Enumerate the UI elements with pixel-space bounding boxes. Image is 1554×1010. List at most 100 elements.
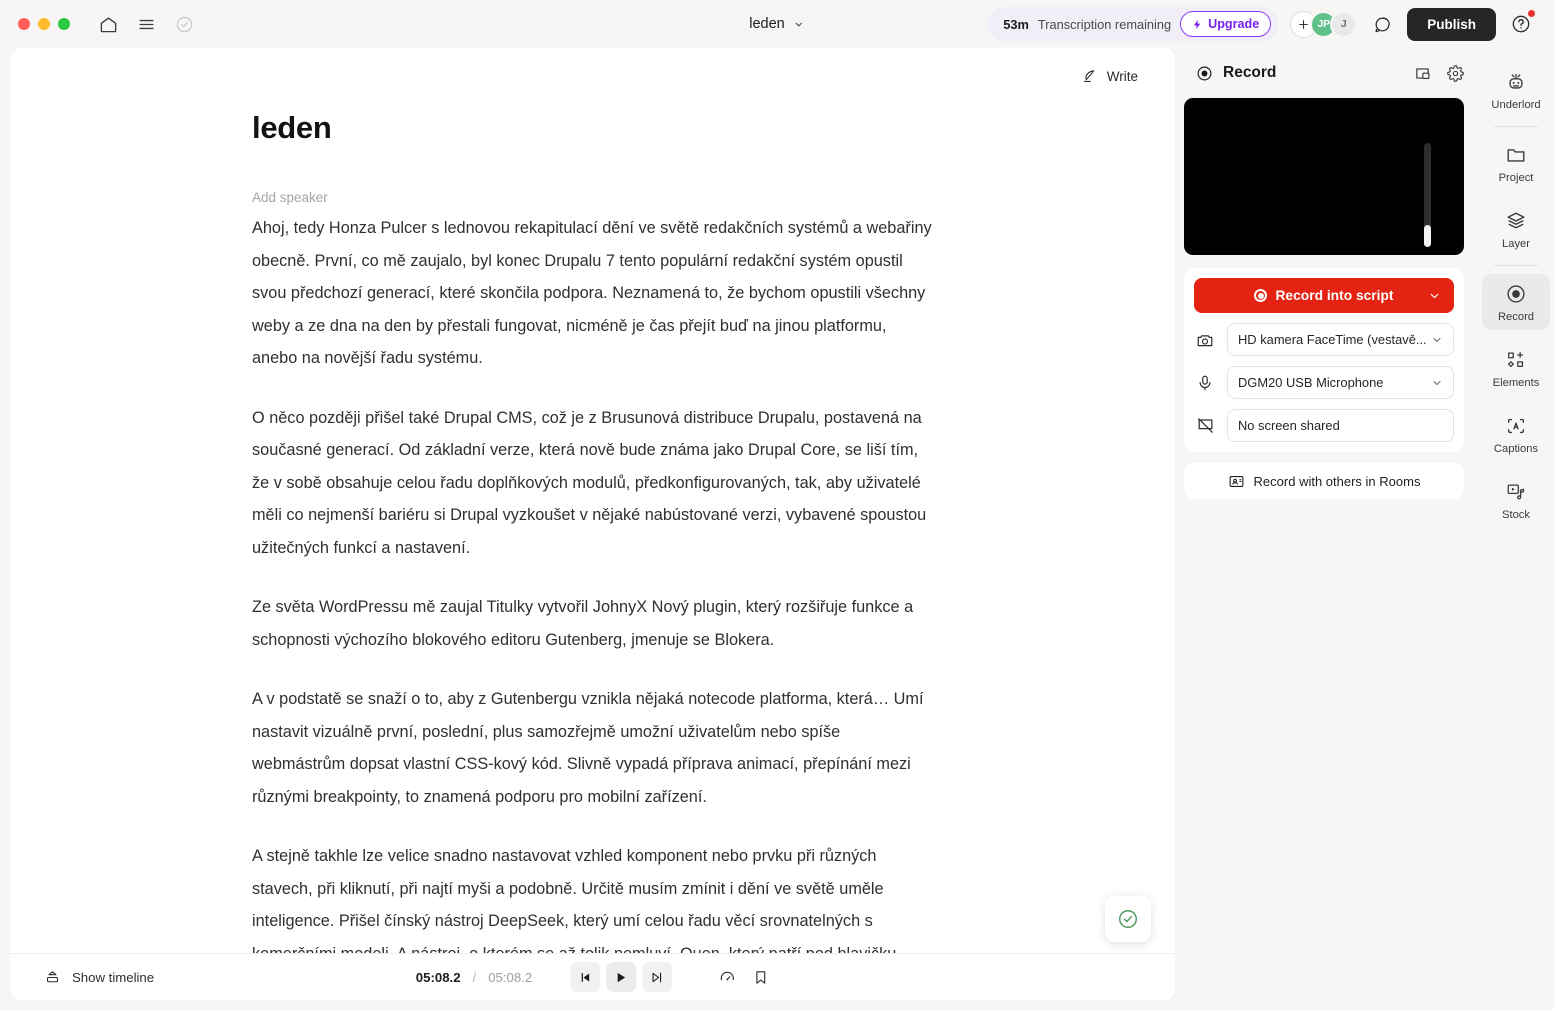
collaborator-avatars: JP J — [1290, 10, 1358, 38]
sidebar-item-captions[interactable]: Captions — [1482, 406, 1550, 462]
record-panel-header: Record — [1182, 48, 1478, 92]
menu-icon[interactable] — [130, 8, 162, 40]
camera-preview[interactable] — [1184, 98, 1464, 255]
minimize-window-button[interactable] — [38, 18, 50, 30]
sidebar-item-label: Layer — [1502, 238, 1530, 250]
upgrade-button[interactable]: Upgrade — [1180, 11, 1272, 37]
microphone-icon — [1194, 374, 1216, 392]
document-body: leden Add speaker Ahoj, tedy Honza Pulce… — [10, 48, 950, 953]
transcript-paragraph[interactable]: A stejně takhle lze velice snadno nastav… — [252, 840, 934, 953]
check-circle-green-icon — [1119, 910, 1137, 928]
transcription-remaining-pill: 53m Transcription remaining Upgrade — [987, 7, 1279, 41]
rail-divider — [1494, 265, 1538, 266]
play-button[interactable] — [606, 962, 637, 992]
speed-button[interactable] — [718, 968, 736, 986]
rail-divider — [1494, 126, 1538, 127]
avatar[interactable]: J — [1330, 10, 1358, 38]
transport-extra-buttons — [718, 968, 769, 986]
document-scroll-area[interactable]: leden Add speaker Ahoj, tedy Honza Pulce… — [10, 48, 1175, 953]
screen-share-off-icon — [1194, 416, 1216, 435]
camera-icon — [1194, 331, 1216, 349]
notification-dot — [1528, 10, 1535, 17]
sidebar-item-label: Project — [1498, 172, 1534, 184]
sidebar-item-layer[interactable]: Layer — [1482, 201, 1550, 257]
transcript-paragraph[interactable]: A v podstatě se snaží o to, aby z Gutenb… — [252, 683, 934, 813]
right-rail: Underlord Project Layer Record Elements … — [1478, 48, 1554, 1010]
sidebar-item-record[interactable]: Record — [1482, 274, 1550, 330]
sidebar-item-elements[interactable]: Elements — [1482, 340, 1550, 396]
help-button[interactable] — [1506, 9, 1536, 39]
transcript-paragraph[interactable]: O něco později přišel také Drupal CMS, c… — [252, 402, 934, 565]
chevron-down-icon — [1431, 377, 1443, 389]
record-panel: Record Record into script HD kamera Face… — [1182, 48, 1478, 1010]
people-screen-icon — [1228, 473, 1245, 490]
document-title-dropdown[interactable]: leden — [749, 16, 804, 32]
playback-buttons — [570, 962, 673, 992]
camera-device-select[interactable]: HD kamera FaceTime (vestavě... — [1227, 323, 1454, 356]
chevron-down-icon[interactable] — [1428, 289, 1441, 302]
sidebar-item-label: Underlord — [1491, 99, 1541, 111]
screen-share-row: No screen shared — [1194, 409, 1454, 442]
comment-icon[interactable] — [1367, 9, 1397, 39]
skip-forward-icon — [652, 972, 662, 982]
sidebar-item-project[interactable]: Project — [1482, 135, 1550, 191]
chevron-down-icon — [794, 19, 805, 30]
speed-icon — [720, 971, 734, 981]
transport-bar: Show timeline 05:08.2 / 05:08.2 — [10, 953, 1175, 1000]
sidebar-item-label: Stock — [1502, 509, 1530, 521]
gear-icon[interactable] — [1447, 64, 1464, 82]
screen-share-select[interactable]: No screen shared — [1227, 409, 1454, 442]
layers-icon — [1505, 210, 1527, 232]
show-timeline-button[interactable]: Show timeline — [10, 969, 154, 986]
skip-forward-button[interactable] — [642, 962, 673, 992]
sidebar-item-underlord[interactable]: Underlord — [1482, 62, 1550, 118]
top-bar-right: 53m Transcription remaining Upgrade JP J — [987, 7, 1554, 41]
document-card: Write leden Add speaker Ahoj, tedy Honza… — [10, 48, 1175, 1000]
zoom-slider[interactable] — [1424, 143, 1431, 247]
close-window-button[interactable] — [18, 18, 30, 30]
upgrade-label: Upgrade — [1208, 17, 1260, 31]
timeline-icon — [44, 969, 61, 986]
maximize-window-button[interactable] — [58, 18, 70, 30]
transcription-minutes: 53m — [1003, 16, 1029, 32]
sidebar-item-label: Record — [1497, 311, 1535, 323]
play-icon — [618, 972, 626, 982]
current-time: 05:08.2 — [415, 969, 461, 985]
record-panel-title: Record — [1223, 64, 1277, 81]
help-circle-icon — [1512, 15, 1530, 33]
record-with-others-label: Record with others in Rooms — [1253, 473, 1421, 489]
page-title: leden — [252, 110, 332, 145]
total-time: 05:08.2 — [488, 969, 533, 985]
microphone-device-select[interactable]: DGM20 USB Microphone — [1227, 366, 1454, 399]
elements-icon — [1505, 349, 1527, 371]
record-with-others-button[interactable]: Record with others in Rooms — [1184, 463, 1464, 499]
window-traffic-lights — [0, 18, 70, 30]
publish-button[interactable]: Publish — [1407, 7, 1496, 41]
transcript-paragraph[interactable]: Ze světa WordPressu mě zaujal Titulky vy… — [252, 591, 934, 656]
transcript-paragraph[interactable]: Ahoj, tedy Honza Pulcer s lednovou rekap… — [252, 212, 934, 375]
record-into-script-button[interactable]: Record into script — [1194, 278, 1454, 313]
check-circle-icon[interactable] — [168, 8, 200, 40]
robot-icon — [1505, 71, 1527, 93]
skip-back-button[interactable] — [570, 962, 601, 992]
app-root: leden 53m Transcription remaining Upgrad… — [0, 0, 1554, 1010]
record-dot-icon — [1254, 289, 1268, 302]
transcription-label: Transcription remaining — [1037, 16, 1172, 32]
add-speaker-button[interactable]: Add speaker — [252, 190, 950, 205]
document-title: leden — [749, 16, 785, 32]
picture-in-picture-icon[interactable] — [1414, 65, 1431, 82]
record-panel-header-icons — [1414, 64, 1464, 82]
show-timeline-label: Show timeline — [72, 969, 155, 985]
bookmark-button[interactable] — [752, 969, 769, 986]
zoom-slider-thumb[interactable] — [1424, 225, 1431, 247]
record-into-script-label: Record into script — [1275, 288, 1394, 303]
screen-share-value: No screen shared — [1238, 418, 1340, 433]
time-separator: / — [472, 969, 477, 985]
home-icon[interactable] — [92, 8, 124, 40]
record-controls-card: Record into script HD kamera FaceTime (v… — [1184, 268, 1464, 452]
sidebar-item-stock[interactable]: Stock — [1482, 472, 1550, 528]
bolt-icon — [1192, 18, 1203, 31]
top-bar: leden 53m Transcription remaining Upgrad… — [0, 0, 1554, 48]
chevron-down-icon — [1431, 334, 1443, 346]
camera-device-value: HD kamera FaceTime (vestavě... — [1238, 332, 1427, 347]
